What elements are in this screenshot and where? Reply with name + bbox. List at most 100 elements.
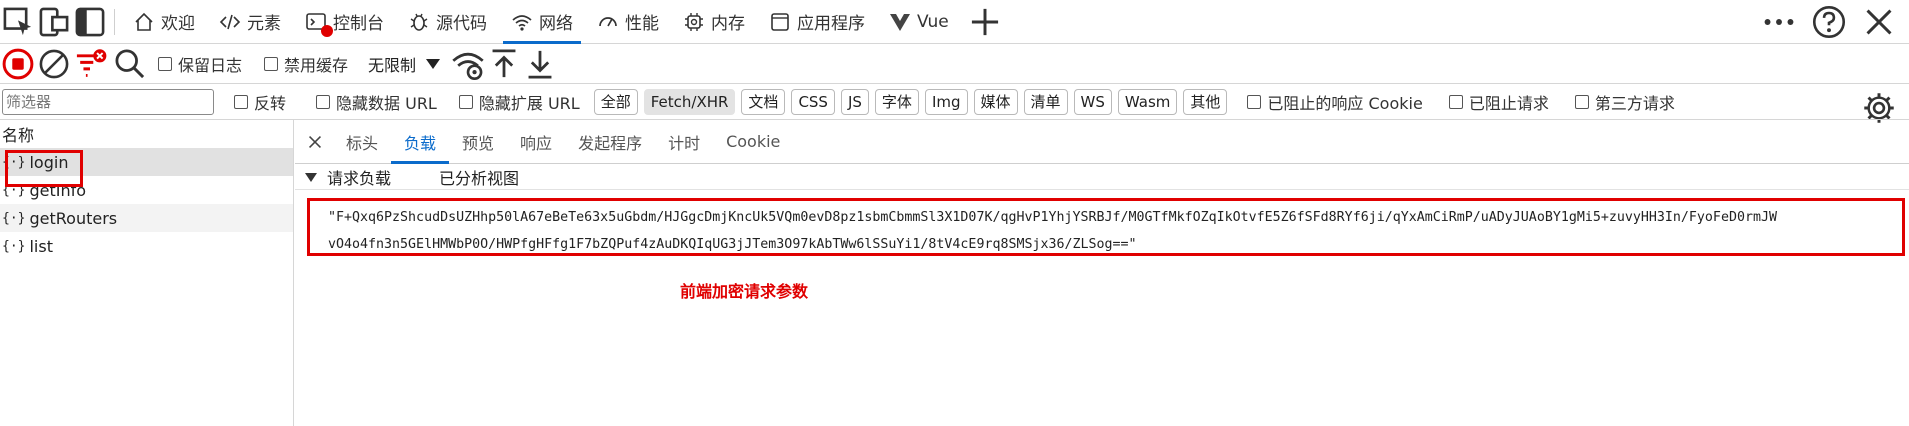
dock-sidebar-icon[interactable] xyxy=(72,4,108,40)
name-column-label: 名称 xyxy=(2,126,35,145)
network-toolbar: 保留日志 禁用缓存 无限制 xyxy=(0,44,1909,123)
inspect-element-icon[interactable] xyxy=(0,4,36,40)
tab-elements[interactable]: 元素 xyxy=(207,0,293,44)
import-har-upload-icon[interactable] xyxy=(486,46,522,82)
throttle-select[interactable]: 无限制 xyxy=(360,52,448,76)
add-tab-plus-icon[interactable] xyxy=(967,4,1003,40)
checkbox-box[interactable] xyxy=(158,56,172,71)
blocked-requests-label: 已阻止请求 xyxy=(1468,93,1549,113)
request-payload-section-header[interactable]: 请求负载 已分析视图 xyxy=(295,164,1909,190)
subtab-response[interactable]: 响应 xyxy=(507,120,565,164)
tab-console[interactable]: 控制台 xyxy=(293,0,396,44)
tab-label: 元素 xyxy=(247,14,281,34)
subtab-preview[interactable]: 预览 xyxy=(449,120,507,164)
tab-label: Vue xyxy=(917,11,949,32)
request-detail-panel: 标头 负载 预览 响应 发起程序 计时 Cookie 请求负载 已分析视图 "F… xyxy=(295,120,1909,426)
close-devtools-icon[interactable] xyxy=(1861,4,1897,40)
section-title: 请求负载 xyxy=(327,168,392,188)
vue-logo-icon xyxy=(889,11,911,33)
subtab-cookie[interactable]: Cookie xyxy=(713,120,793,164)
tab-label: 源代码 xyxy=(436,14,487,34)
filter-type-wasm[interactable]: Wasm xyxy=(1117,88,1178,115)
filter-type-media[interactable]: 媒体 xyxy=(973,88,1018,115)
filter-type-all[interactable]: 全部 xyxy=(593,88,638,115)
annotation-label: 前端加密请求参数 xyxy=(680,282,809,301)
gauge-icon xyxy=(597,11,619,33)
tab-welcome[interactable]: 欢迎 xyxy=(121,0,207,44)
hide-ext-url-label: 隐藏扩展 URL xyxy=(478,93,580,113)
checkbox-box[interactable] xyxy=(1574,94,1589,109)
help-icon[interactable] xyxy=(1811,4,1847,40)
tab-label: 网络 xyxy=(539,14,573,34)
more-options-icon[interactable] xyxy=(1761,4,1797,40)
filter-type-fetch-xhr[interactable]: Fetch/XHR xyxy=(643,88,736,115)
third-party-checkbox[interactable]: 第三方请求 xyxy=(1574,90,1675,114)
application-icon xyxy=(769,11,791,33)
disable-cache-label: 禁用缓存 xyxy=(284,55,349,75)
tab-label: 性能 xyxy=(625,14,659,34)
request-row-getrouters[interactable]: {·} getRouters xyxy=(0,204,293,232)
tab-network[interactable]: 网络 xyxy=(499,0,585,44)
request-name: list xyxy=(29,236,53,256)
filter-type-doc[interactable]: 文档 xyxy=(741,88,786,115)
disable-cache-checkbox[interactable]: 禁用缓存 xyxy=(264,52,348,76)
tab-vue[interactable]: Vue xyxy=(877,0,961,44)
filter-type-ws[interactable]: WS xyxy=(1073,88,1112,115)
parsed-view-toggle[interactable]: 已分析视图 xyxy=(439,165,519,189)
hide-data-url-checkbox[interactable]: 隐藏数据 URL xyxy=(316,90,437,114)
wifi-icon xyxy=(511,11,533,33)
payload-content: "F+Qxq6PzShcudDsUZHhp50lA67eBeTe63x5uGbd… xyxy=(307,198,1905,256)
request-row-list[interactable]: {·} list xyxy=(0,232,293,260)
tab-performance[interactable]: 性能 xyxy=(585,0,671,44)
record-stop-icon[interactable] xyxy=(0,46,36,82)
device-emulation-icon[interactable] xyxy=(36,4,72,40)
blocked-cookie-checkbox[interactable]: 已阻止的响应 Cookie xyxy=(1247,90,1423,114)
tab-label: 应用程序 xyxy=(797,14,865,34)
checkbox-box[interactable] xyxy=(234,94,248,109)
subtab-headers[interactable]: 标头 xyxy=(333,120,391,164)
login-highlight-box xyxy=(5,150,83,187)
tab-memory[interactable]: 内存 xyxy=(671,0,757,44)
tab-application[interactable]: 应用程序 xyxy=(757,0,877,44)
export-har-download-icon[interactable] xyxy=(522,46,558,82)
filter-funnel-icon[interactable] xyxy=(72,46,108,82)
filter-type-font[interactable]: 字体 xyxy=(874,88,919,115)
request-name: getRouters xyxy=(29,208,118,228)
subtab-initiator[interactable]: 发起程序 xyxy=(565,120,655,164)
checkbox-box[interactable] xyxy=(458,94,473,109)
name-column-header[interactable]: 名称 xyxy=(0,120,293,148)
filter-type-css[interactable]: CSS xyxy=(791,88,835,115)
collapse-triangle-icon[interactable] xyxy=(305,167,317,186)
checkbox-box[interactable] xyxy=(264,56,279,71)
subtab-payload[interactable]: 负载 xyxy=(391,120,450,164)
code-icon xyxy=(219,11,241,33)
preserve-log-checkbox[interactable]: 保留日志 xyxy=(158,52,242,76)
checkbox-box[interactable] xyxy=(316,94,331,109)
bug-icon xyxy=(408,11,430,33)
payload-line: vO4o4fn3n5GElHMWbP0O/HWPfgHFfg1F7bZQPuf4… xyxy=(328,237,1137,252)
console-icon xyxy=(305,11,333,37)
checkbox-box[interactable] xyxy=(1247,94,1262,109)
tab-label: 内存 xyxy=(711,14,745,34)
filter-type-other[interactable]: 其他 xyxy=(1183,88,1228,115)
close-detail-icon[interactable] xyxy=(297,124,333,160)
home-icon xyxy=(133,11,155,33)
invert-label: 反转 xyxy=(254,93,287,113)
filter-type-js[interactable]: JS xyxy=(840,88,869,115)
network-conditions-icon[interactable] xyxy=(450,46,486,82)
hide-data-url-label: 隐藏数据 URL xyxy=(336,93,437,113)
invert-checkbox[interactable]: 反转 xyxy=(234,90,286,114)
subtab-timing[interactable]: 计时 xyxy=(655,120,713,164)
filter-type-manifest[interactable]: 清单 xyxy=(1023,88,1068,115)
hide-ext-url-checkbox[interactable]: 隐藏扩展 URL xyxy=(458,90,580,114)
checkbox-box[interactable] xyxy=(1448,94,1463,109)
filter-type-img[interactable]: Img xyxy=(924,88,968,115)
tab-sources[interactable]: 源代码 xyxy=(396,0,499,44)
xhr-braces-icon: {·} xyxy=(2,210,26,226)
clear-log-icon[interactable] xyxy=(36,46,72,82)
detail-subtabs: 标头 负载 预览 响应 发起程序 计时 Cookie xyxy=(295,120,1909,164)
search-icon[interactable] xyxy=(112,46,148,82)
preserve-log-label: 保留日志 xyxy=(178,55,243,75)
blocked-requests-checkbox[interactable]: 已阻止请求 xyxy=(1448,90,1549,114)
filter-input[interactable]: 筛选器 xyxy=(2,88,214,115)
